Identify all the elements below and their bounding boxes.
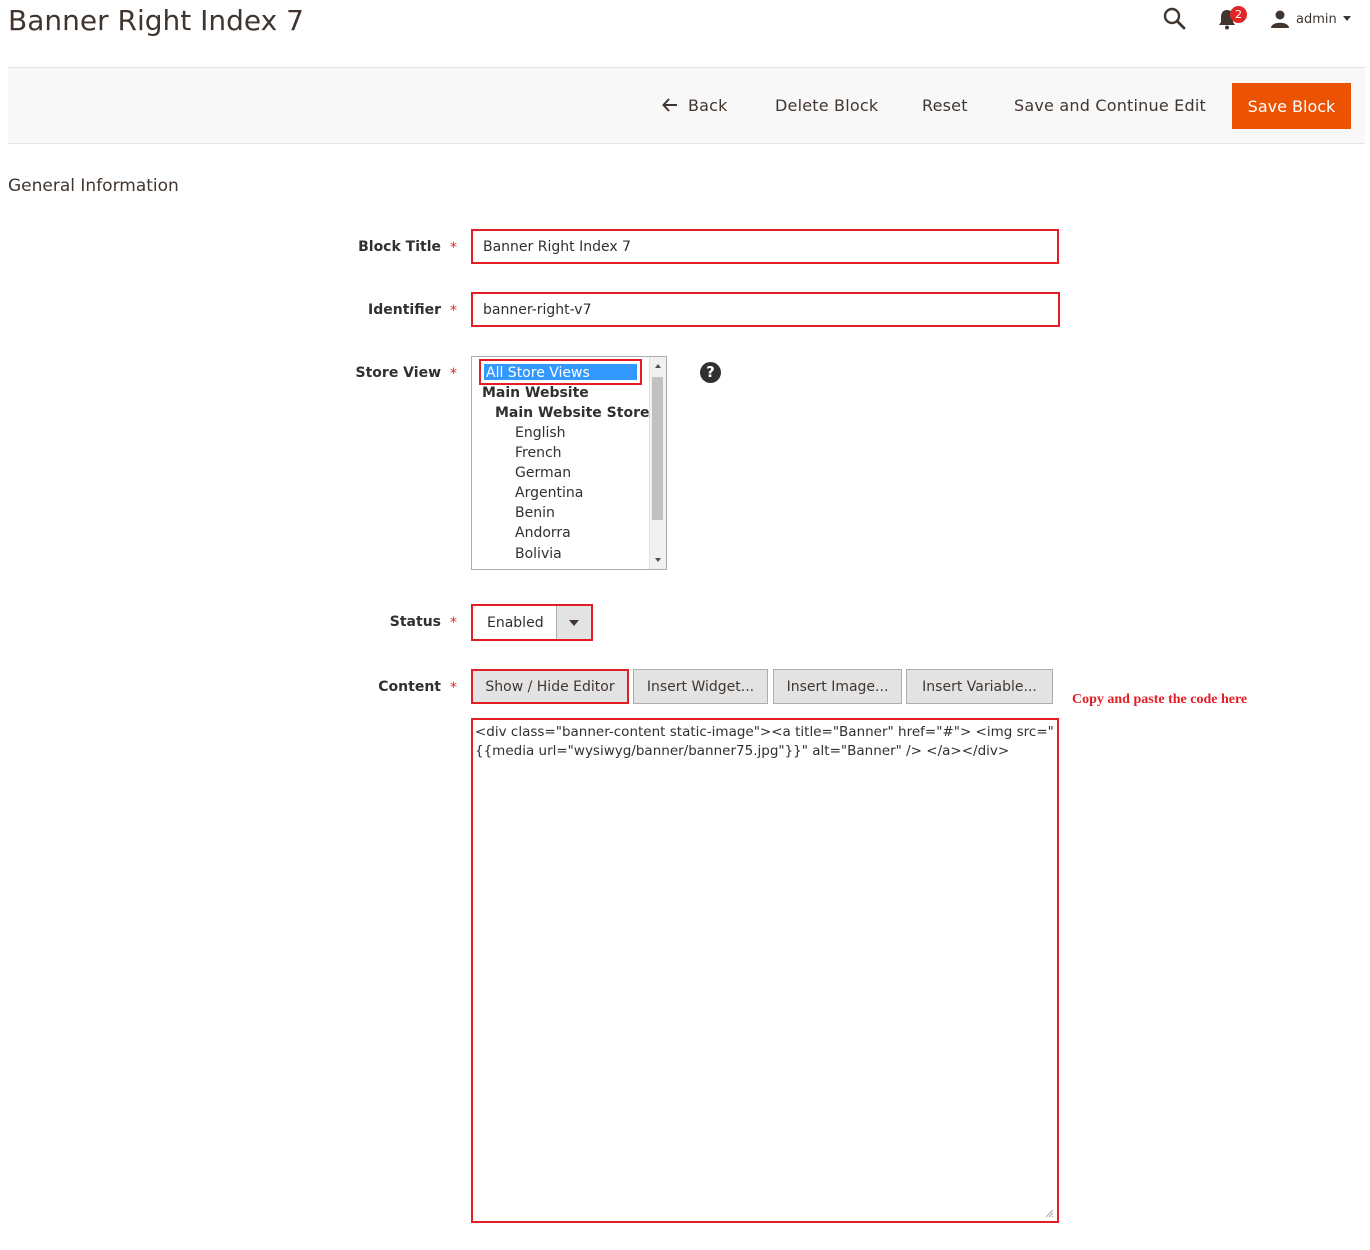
store-option-view[interactable]: French xyxy=(515,445,562,461)
store-option-all[interactable]: All Store Views xyxy=(479,359,642,385)
caret-down-icon xyxy=(569,619,579,626)
content-label: Content xyxy=(378,679,441,695)
user-icon xyxy=(1271,10,1289,28)
store-option-all-label: All Store Views xyxy=(484,364,637,381)
required-marker: * xyxy=(450,303,457,319)
save-block-button[interactable]: Save Block xyxy=(1232,83,1351,129)
back-button[interactable]: Back xyxy=(662,96,728,115)
identifier-label: Identifier xyxy=(368,302,441,318)
store-option-store[interactable]: Main Website Store xyxy=(495,405,649,421)
block-title-input[interactable]: Banner Right Index 7 xyxy=(471,229,1059,264)
store-option-view[interactable]: Andorra xyxy=(515,525,571,541)
required-marker: * xyxy=(450,240,457,256)
status-value: Enabled xyxy=(487,615,544,631)
required-marker: * xyxy=(450,615,457,631)
store-option-website[interactable]: Main Website xyxy=(482,385,589,401)
user-name: admin xyxy=(1296,11,1337,27)
help-icon[interactable]: ? xyxy=(700,362,721,383)
user-menu[interactable]: admin xyxy=(1270,8,1351,30)
annotation-hint: Copy and paste the code here xyxy=(1072,692,1248,707)
store-option-view[interactable]: German xyxy=(515,465,571,481)
notification-badge: 2 xyxy=(1230,6,1247,23)
insert-image-button[interactable]: Insert Image... xyxy=(773,669,902,704)
save-continue-button[interactable]: Save and Continue Edit xyxy=(1014,96,1206,115)
store-option-view[interactable]: Benin xyxy=(515,505,555,521)
delete-block-button[interactable]: Delete Block xyxy=(775,96,878,115)
content-textarea[interactable]: <div class="banner-content static-image"… xyxy=(471,718,1059,1223)
caret-down-icon xyxy=(1342,16,1351,21)
scroll-thumb[interactable] xyxy=(652,377,663,520)
store-option-view[interactable]: English xyxy=(515,425,566,441)
store-option-view[interactable]: Argentina xyxy=(515,485,583,501)
select-arrow xyxy=(556,606,591,639)
block-title-label: Block Title xyxy=(358,239,441,255)
resize-handle-icon[interactable] xyxy=(1044,1208,1054,1218)
content-text: <div class="banner-content static-image"… xyxy=(475,724,1054,759)
scroll-down-icon[interactable] xyxy=(650,553,666,567)
arrow-left-icon xyxy=(662,98,677,112)
identifier-input[interactable]: banner-right-v7 xyxy=(471,292,1060,327)
show-hide-editor-button[interactable]: Show / Hide Editor xyxy=(471,669,629,704)
store-view-multiselect[interactable]: All Store Views Main Website Main Websit… xyxy=(471,356,667,570)
page-title: Banner Right Index 7 xyxy=(8,4,304,37)
scroll-up-icon[interactable] xyxy=(650,359,666,373)
insert-widget-button[interactable]: Insert Widget... xyxy=(633,669,768,704)
store-option-view[interactable]: Bolivia xyxy=(515,546,562,562)
insert-variable-button[interactable]: Insert Variable... xyxy=(906,669,1053,704)
status-label: Status xyxy=(389,614,441,630)
store-view-label: Store View xyxy=(355,365,441,381)
reset-button[interactable]: Reset xyxy=(922,96,968,115)
section-title: General Information xyxy=(8,176,179,196)
listbox-scrollbar[interactable] xyxy=(649,357,666,569)
required-marker: * xyxy=(450,366,457,382)
search-icon[interactable] xyxy=(1162,6,1186,30)
back-label: Back xyxy=(688,96,728,115)
status-select[interactable]: Enabled xyxy=(471,604,593,641)
required-marker: * xyxy=(450,680,457,696)
